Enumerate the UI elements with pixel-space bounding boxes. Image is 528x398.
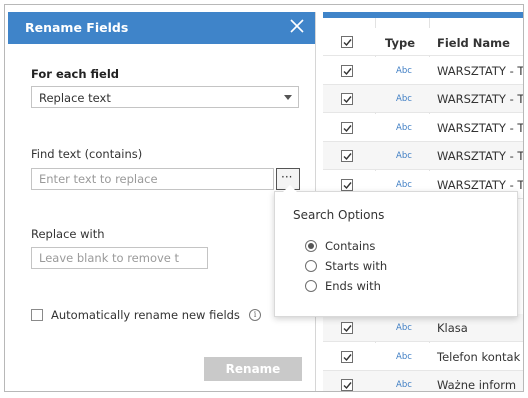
radio-label: Ends with bbox=[325, 279, 381, 293]
check-icon bbox=[343, 382, 352, 390]
table-row[interactable]: Abc Telefon kontak bbox=[323, 343, 523, 371]
column-header-field-name[interactable]: Field Name bbox=[437, 36, 510, 50]
field-name: WARSZTATY - T bbox=[437, 149, 524, 163]
field-name: WARSZTATY - T bbox=[437, 178, 524, 192]
rename-fields-dialog: Rename Fields For each field Replace tex… bbox=[8, 12, 316, 391]
table-top-bar bbox=[323, 12, 523, 18]
table-row[interactable]: Abc WARSZTATY - T bbox=[323, 85, 523, 113]
field-name: WARSZTATY - T bbox=[437, 92, 524, 106]
field-include-checkbox[interactable] bbox=[341, 351, 353, 363]
search-options-popup: Search Options Contains Starts with Ends… bbox=[274, 185, 518, 317]
field-include-checkbox[interactable] bbox=[341, 379, 353, 391]
more-icon: ··· bbox=[281, 170, 293, 184]
select-all-checkbox[interactable] bbox=[341, 36, 353, 48]
radio-button[interactable] bbox=[305, 280, 317, 292]
field-name: WARSZTATY - T bbox=[437, 64, 524, 78]
info-icon[interactable]: i bbox=[249, 309, 261, 321]
radio-label: Starts with bbox=[325, 259, 388, 273]
table-row[interactable]: Abc WARSZTATY - T bbox=[323, 114, 523, 142]
auto-rename-checkbox[interactable] bbox=[31, 309, 43, 321]
check-icon bbox=[343, 96, 352, 104]
find-text-label: Find text (contains) bbox=[31, 147, 143, 161]
check-icon bbox=[343, 125, 352, 133]
table-row[interactable]: Abc Ważne inform bbox=[323, 371, 523, 392]
close-icon[interactable] bbox=[289, 18, 305, 34]
field-include-checkbox[interactable] bbox=[341, 150, 353, 162]
field-type-label: Abc bbox=[396, 323, 412, 333]
radio-selected-dot bbox=[308, 243, 314, 249]
field-type-label: Abc bbox=[396, 380, 412, 390]
table-row[interactable]: Abc WARSZTATY - T bbox=[323, 57, 523, 85]
check-icon bbox=[343, 39, 352, 47]
popup-pointer bbox=[283, 185, 297, 192]
table-header-row: Type Field Name bbox=[323, 28, 523, 56]
field-name: Klasa bbox=[437, 321, 468, 335]
field-type-label: Abc bbox=[396, 180, 412, 190]
field-name: WARSZTATY - T bbox=[437, 121, 524, 135]
field-include-checkbox[interactable] bbox=[341, 322, 353, 334]
field-name: Telefon kontak bbox=[437, 350, 521, 364]
chevron-down-icon bbox=[284, 95, 292, 100]
find-text-input[interactable] bbox=[31, 168, 274, 190]
radio-button[interactable] bbox=[305, 260, 317, 272]
rename-button[interactable]: Rename bbox=[204, 357, 302, 381]
radio-label: Contains bbox=[325, 239, 376, 253]
column-header-type[interactable]: Type bbox=[385, 36, 415, 50]
for-each-field-label: For each field bbox=[31, 67, 120, 81]
dialog-header: Rename Fields bbox=[8, 12, 315, 44]
field-include-checkbox[interactable] bbox=[341, 65, 353, 77]
rename-mode-value: Replace text bbox=[39, 91, 111, 105]
replace-with-label: Replace with bbox=[31, 227, 105, 241]
check-icon bbox=[343, 325, 352, 333]
field-type-label: Abc bbox=[396, 123, 412, 133]
check-icon bbox=[343, 354, 352, 362]
field-include-checkbox[interactable] bbox=[341, 122, 353, 134]
search-options-title: Search Options bbox=[293, 208, 385, 222]
field-type-label: Abc bbox=[396, 94, 412, 104]
check-icon bbox=[343, 68, 352, 76]
field-type-label: Abc bbox=[396, 151, 412, 161]
radio-button[interactable] bbox=[305, 240, 317, 252]
field-name: Ważne inform bbox=[437, 378, 517, 392]
app-window: Type Field Name Abc WARSZTATY - T Abc WARSZ… bbox=[4, 4, 524, 392]
check-icon bbox=[343, 182, 352, 190]
field-type-label: Abc bbox=[396, 66, 412, 76]
table-row[interactable]: Abc Klasa bbox=[323, 314, 523, 342]
check-icon bbox=[343, 153, 352, 161]
rename-mode-select[interactable]: Replace text bbox=[31, 86, 299, 108]
field-type-label: Abc bbox=[396, 352, 412, 362]
auto-rename-label: Automatically rename new fields bbox=[51, 308, 240, 322]
dialog-title: Rename Fields bbox=[25, 20, 129, 35]
table-row[interactable]: Abc WARSZTATY - T bbox=[323, 142, 523, 170]
field-include-checkbox[interactable] bbox=[341, 93, 353, 105]
replace-with-input[interactable] bbox=[31, 247, 208, 269]
field-include-checkbox[interactable] bbox=[341, 179, 353, 191]
